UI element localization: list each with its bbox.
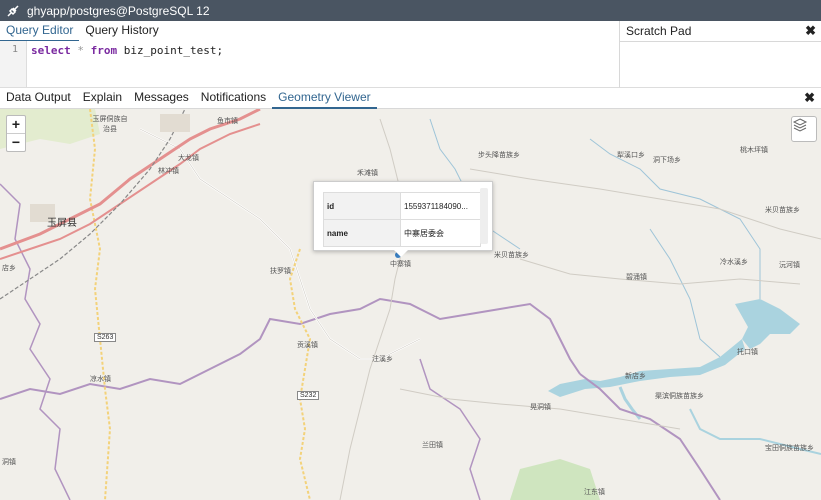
scratch-pad-panel: Scratch Pad ✖ [619, 21, 821, 88]
place-label: 米贝苗族乡 [765, 206, 800, 214]
place-label: 桃木坪镇 [740, 146, 768, 154]
sql-code[interactable]: select * from biz_point_test; [31, 44, 223, 57]
zoom-in-button[interactable]: + [7, 116, 25, 134]
table-row: id 1559371184090... [323, 192, 481, 220]
place-label: 林冲镇 [158, 167, 179, 175]
popup-scrollbar[interactable] [480, 188, 488, 244]
zoom-out-button[interactable]: − [7, 134, 25, 151]
place-label: 米贝苗族乡 [494, 251, 529, 259]
operator-star: * [77, 44, 84, 57]
property-key: id [323, 192, 401, 220]
place-label: 贡溪镇 [297, 341, 318, 349]
keyword-select: select [31, 44, 71, 57]
place-label: 扶罗镇 [270, 267, 291, 275]
place-label: 大龙镇 [178, 154, 199, 162]
line-gutter: 1 [0, 41, 27, 87]
place-label: 鱼市镇 [217, 117, 238, 125]
place-label: 注溪乡 [372, 355, 393, 363]
place-label: 洞下场乡 [653, 156, 681, 164]
results-close-icon[interactable]: ✖ [804, 90, 815, 106]
scratch-pad-header: Scratch Pad ✖ [620, 21, 821, 42]
place-label: 洞镇 [2, 458, 16, 466]
tab-geometry-viewer[interactable]: Geometry Viewer [272, 88, 377, 109]
place-label: 晃洞镇 [530, 403, 551, 411]
result-tabs: Data Output Explain Messages Notificatio… [0, 88, 821, 109]
place-label: 禾滩镇 [357, 169, 378, 177]
place-label: 玉屏县 [47, 218, 77, 229]
connection-title: ghyapp/postgres@PostgreSQL 12 [27, 3, 210, 18]
place-label: 江东镇 [584, 488, 605, 496]
place-label: 犁溪口乡 [617, 151, 645, 159]
table-name: biz_point_test; [123, 44, 224, 57]
place-label: 宝田侗族苗族乡 [765, 444, 814, 452]
table-row: name 中寨居委会 [323, 219, 481, 247]
sql-editor[interactable]: 1 select * from biz_point_test; [0, 41, 619, 88]
line-number: 1 [11, 44, 18, 55]
feature-properties-table: id 1559371184090... name 中寨居委会 [323, 192, 481, 247]
place-label: 碧涌镇 [626, 273, 647, 281]
place-label: 新店乡 [625, 372, 646, 380]
tab-query-editor[interactable]: Query Editor [0, 21, 80, 42]
feature-popup: id 1559371184090... name 中寨居委会 [313, 181, 493, 257]
road-shield: S232 [297, 391, 320, 400]
property-value: 中寨居委会 [400, 219, 481, 247]
tab-query-history[interactable]: Query History [79, 21, 164, 40]
place-label: 玉屏侗族自治县 [92, 115, 128, 133]
place-label: 渠滨侗族苗族乡 [655, 392, 704, 400]
property-key: name [323, 219, 401, 247]
place-label: 凉水镇 [90, 375, 111, 383]
road-shield: S263 [94, 333, 117, 342]
scratch-pad-close-icon[interactable]: ✖ [805, 23, 816, 39]
map-tiles [0, 109, 821, 500]
scratch-pad-label: Scratch Pad [626, 24, 692, 38]
tab-messages[interactable]: Messages [128, 88, 195, 107]
zoom-control: + − [6, 115, 26, 152]
tab-notifications[interactable]: Notifications [195, 88, 272, 107]
place-label: 沅河镇 [779, 261, 800, 269]
place-label: 中寨镇 [390, 260, 411, 268]
layers-icon [792, 118, 808, 132]
geometry-map[interactable]: 鱼市镇 玉屏侗族自治县 大龙镇 林冲镇 禾滩镇 步头降苗族乡 犁溪口乡 洞下场乡… [0, 109, 821, 500]
tab-data-output[interactable]: Data Output [0, 88, 77, 107]
connection-plug-icon [4, 2, 22, 20]
layers-button[interactable] [791, 116, 817, 142]
place-label: 步头降苗族乡 [478, 151, 520, 159]
editor-tabs: Query Editor Query History [0, 21, 619, 42]
title-bar: ghyapp/postgres@PostgreSQL 12 [0, 0, 821, 21]
place-label: 兰田镇 [422, 441, 443, 449]
tab-explain[interactable]: Explain [77, 88, 128, 107]
place-label: 冷水溪乡 [720, 258, 748, 266]
place-label: 店乡 [2, 264, 16, 272]
popup-tip [394, 250, 408, 257]
place-label: 托口镇 [737, 348, 758, 356]
keyword-from: from [90, 44, 118, 57]
property-value: 1559371184090... [400, 192, 481, 220]
